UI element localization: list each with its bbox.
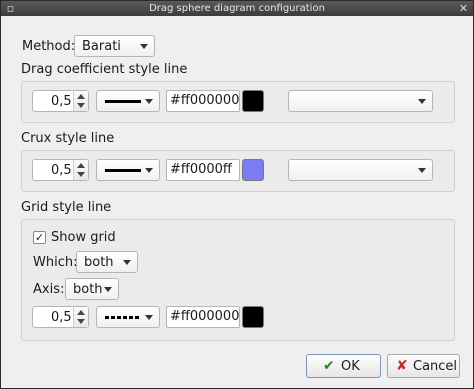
drag-color-swatch[interactable] [242, 90, 264, 112]
drag-width-value: 0,5 [51, 94, 72, 109]
check-icon: ✓ [34, 231, 45, 244]
cancel-label: Cancel [413, 359, 458, 374]
chevron-down-icon [145, 99, 153, 104]
chevron-down-icon [418, 168, 426, 173]
grid-line-heading: Grid style line [21, 200, 112, 215]
solid-line-icon [105, 100, 141, 103]
chevron-down-icon [145, 168, 153, 173]
spin-down-icon[interactable] [77, 103, 85, 108]
grid-color-swatch[interactable] [242, 306, 264, 328]
method-select[interactable]: Barati [74, 35, 155, 57]
chevron-down-icon [418, 99, 426, 104]
ok-icon: ✔ [323, 358, 335, 374]
dotted-line-icon [105, 316, 141, 319]
axis-label: Axis: [33, 282, 65, 297]
grid-width-spinbox[interactable]: 0,5 [32, 306, 89, 328]
crux-width-spinbox[interactable]: 0,5 [32, 159, 89, 181]
spin-up-icon[interactable] [77, 94, 85, 99]
axis-value: both [73, 282, 103, 297]
chevron-down-icon [145, 315, 153, 320]
which-label: Which: [33, 255, 78, 270]
spin-buttons[interactable] [73, 160, 88, 180]
crux-extra-select[interactable] [288, 159, 433, 181]
crux-line-heading: Crux style line [21, 131, 115, 146]
window-title: Drag sphere diagram configuration [149, 3, 325, 14]
spin-buttons[interactable] [73, 91, 88, 111]
spin-down-icon[interactable] [77, 172, 85, 177]
crux-color-swatch[interactable] [242, 159, 264, 181]
spin-up-icon[interactable] [77, 310, 85, 315]
chevron-down-icon [123, 260, 131, 265]
which-select[interactable]: both [76, 251, 138, 273]
chevron-down-icon [140, 44, 148, 49]
close-icon[interactable]: ✕ [456, 1, 471, 16]
show-grid-label[interactable]: Show grid [51, 230, 116, 245]
drag-line-heading: Drag coefficient style line [21, 62, 188, 77]
drag-color-input[interactable]: #ff000000 [166, 90, 240, 112]
show-grid-checkbox[interactable]: ✓ [33, 231, 46, 244]
drag-line-style-select[interactable] [96, 90, 160, 112]
grid-line-style-select[interactable] [96, 306, 160, 328]
method-label: Method: [22, 39, 76, 54]
crux-width-value: 0,5 [51, 163, 72, 178]
window-menu-icon[interactable]: ▫ [3, 1, 18, 16]
grid-width-value: 0,5 [51, 310, 72, 325]
spin-up-icon[interactable] [77, 163, 85, 168]
crux-color-input[interactable]: #ff0000ff [166, 159, 240, 181]
cancel-icon: ✘ [396, 358, 408, 374]
drag-extra-select[interactable] [288, 90, 433, 112]
dialog-window: ▫ Drag sphere diagram configuration ✕ Me… [0, 0, 474, 389]
method-value: Barati [82, 39, 121, 54]
ok-button[interactable]: ✔ OK [306, 354, 381, 378]
which-value: both [84, 255, 114, 270]
chevron-down-icon [104, 287, 112, 292]
cancel-button[interactable]: ✘ Cancel [387, 354, 460, 378]
axis-select[interactable]: both [65, 278, 119, 300]
grid-color-input[interactable]: #ff000000 [166, 306, 240, 328]
drag-width-spinbox[interactable]: 0,5 [32, 90, 89, 112]
crux-line-style-select[interactable] [96, 159, 160, 181]
spin-down-icon[interactable] [77, 319, 85, 324]
title-bar[interactable]: ▫ Drag sphere diagram configuration ✕ [1, 1, 473, 16]
spin-buttons[interactable] [73, 307, 88, 327]
solid-line-icon [105, 169, 141, 172]
ok-label: OK [341, 359, 360, 374]
